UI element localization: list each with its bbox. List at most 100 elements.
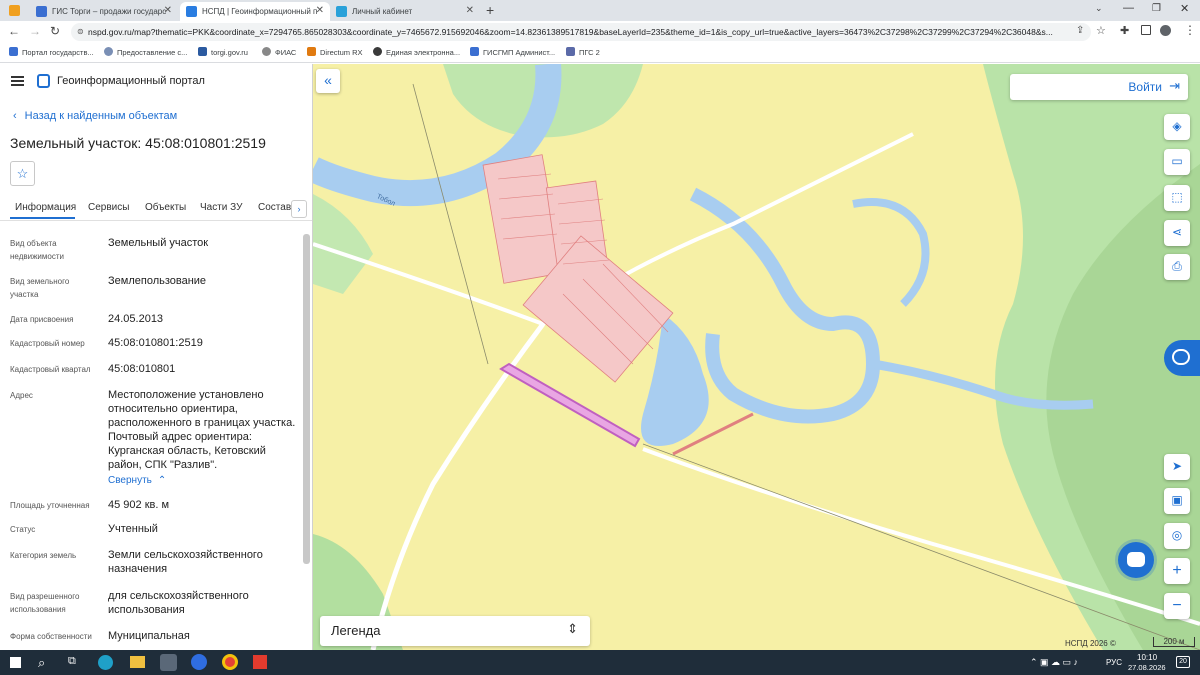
extensions-icon[interactable]: ✚ xyxy=(1120,24,1129,37)
tab-composition[interactable]: Состав xyxy=(258,202,291,213)
chevron-right-icon: › xyxy=(297,204,301,214)
locate-button[interactable]: ➤ xyxy=(1164,454,1190,480)
feedback-side-button[interactable] xyxy=(1164,340,1200,376)
field-value: 45:08:010801:2519 xyxy=(108,337,203,349)
tab-search-icon[interactable]: ⌄ xyxy=(1095,3,1103,14)
bookmark-item[interactable]: torgi.gov.ru xyxy=(198,47,248,57)
minimap-button[interactable]: ▣ xyxy=(1164,488,1190,514)
pdf-reader-icon[interactable] xyxy=(253,655,267,669)
yandex-browser-icon[interactable] xyxy=(191,654,207,670)
forest-area xyxy=(313,194,373,294)
print-button[interactable]: ⎙ xyxy=(1164,254,1190,280)
back-link[interactable]: ‹ Назад к найденным объектам xyxy=(13,110,177,122)
tab-parts[interactable]: Части ЗУ xyxy=(200,202,242,213)
legend-panel[interactable]: Легенда ⇕ xyxy=(320,616,590,646)
bookmark-item[interactable]: ГИСГМП Админист... xyxy=(470,47,555,57)
share-button[interactable]: ⋖ xyxy=(1164,220,1190,246)
tab-objects[interactable]: Объекты xyxy=(145,202,186,213)
maximize-icon[interactable]: ❐ xyxy=(1152,3,1161,14)
minimize-icon[interactable]: — xyxy=(1123,2,1134,14)
scrollbar[interactable] xyxy=(303,234,310,564)
close-icon[interactable]: ✕ xyxy=(316,5,324,16)
language-indicator[interactable]: РУС xyxy=(1106,658,1122,667)
bookmark-icon xyxy=(198,47,207,56)
windows-taskbar: ⌕ ⧉ ⌃ ▣ ☁ ▭ ♪ РУС 10:10 27.08.2026 20 xyxy=(0,650,1200,675)
settlement-parcels xyxy=(482,154,674,383)
app-icon[interactable] xyxy=(160,654,177,671)
bookmark-icon xyxy=(104,47,113,56)
field-value: Муниципальная xyxy=(108,630,190,642)
reload-icon[interactable]: ↻ xyxy=(50,24,60,38)
close-icon[interactable]: ✕ xyxy=(466,5,474,16)
forward-icon[interactable]: → xyxy=(29,24,41,38)
file-explorer-icon[interactable] xyxy=(130,656,145,668)
tabs-divider xyxy=(0,220,312,221)
bookmark-item[interactable]: ФИАС xyxy=(262,47,296,57)
zoom-out-button[interactable]: − xyxy=(1164,593,1190,619)
field-value: 45:08:010801 xyxy=(108,363,176,375)
field-label: Площадь уточненная xyxy=(10,501,90,510)
bookmark-item[interactable]: Предоставление с... xyxy=(104,47,187,57)
browser-tab-active[interactable]: НСПД | Геоинформационный п ✕ xyxy=(180,2,330,21)
field-value: Земельный участок xyxy=(108,237,209,249)
favorite-button[interactable]: ☆ xyxy=(10,161,35,186)
tab-favicon-icon xyxy=(36,6,47,17)
chat-button[interactable] xyxy=(1118,542,1154,578)
bookmark-item[interactable]: ПГС 2 xyxy=(566,47,600,57)
tab-information[interactable]: Информация xyxy=(15,202,76,213)
tabs-scroll-right-button[interactable]: › xyxy=(291,200,307,218)
field-value: Земли сельскохозяйственного назначения xyxy=(108,549,263,575)
browser-tab[interactable]: Личный кабинет ✕ xyxy=(330,2,480,21)
url-input[interactable]: ⊜ nspd.gov.ru/map?thematic=PKK&coordinat… xyxy=(71,23,1091,41)
hamburger-menu-icon[interactable] xyxy=(11,76,24,86)
geolocation-button[interactable]: ◎ xyxy=(1164,523,1190,549)
select-area-button[interactable]: ⬚ xyxy=(1164,185,1190,211)
search-icon[interactable]: ⌕ xyxy=(38,655,45,671)
bookmark-item[interactable]: Портал государств... xyxy=(9,47,94,57)
chat-bubble-icon xyxy=(1172,349,1190,365)
clock-date[interactable]: 27.08.2026 xyxy=(1128,663,1166,672)
edge-icon[interactable] xyxy=(98,655,113,670)
chat-icon xyxy=(1127,552,1145,567)
field-value: Учтенный xyxy=(108,523,158,535)
bookmark-star-icon[interactable]: ☆ xyxy=(1096,24,1106,37)
login-button[interactable]: Войти ⇥ xyxy=(1010,74,1188,100)
sidebar-icon[interactable] xyxy=(1141,25,1151,35)
menu-dots-icon[interactable]: ⋮ xyxy=(1184,23,1196,37)
measure-button[interactable]: ▭ xyxy=(1164,149,1190,175)
field-value: Землепользование xyxy=(108,275,207,287)
bookmark-icon xyxy=(373,47,382,56)
chrome-icon[interactable] xyxy=(222,654,238,670)
navigation-arrow-icon: ➤ xyxy=(1171,459,1183,473)
site-info-icon[interactable]: ⊜ xyxy=(77,23,84,41)
clock-time[interactable]: 10:10 xyxy=(1137,653,1157,662)
task-view-icon[interactable]: ⧉ xyxy=(68,655,76,668)
field-label: Вид разрешенного использования xyxy=(10,592,80,614)
close-icon[interactable]: ✕ xyxy=(164,5,172,16)
zoom-in-button[interactable]: + xyxy=(1164,558,1190,584)
field-label: Вид земельного участка xyxy=(10,277,70,299)
profile-icon[interactable] xyxy=(1160,25,1171,36)
field-label: Кадастровый квартал xyxy=(10,365,91,374)
plus-icon: + xyxy=(1172,562,1182,579)
bookmark-item[interactable]: Единая электронна... xyxy=(373,47,460,57)
back-icon[interactable]: ← xyxy=(8,24,20,38)
browser-tab[interactable]: ГИС Торги – продажи государс ✕ xyxy=(30,2,178,21)
map-canvas[interactable]: Тобол « Войти ⇥ Легенда ⇕ НСПД 2026 © 20… xyxy=(313,64,1200,650)
layers-button[interactable]: ◈ xyxy=(1164,114,1190,140)
system-tray[interactable]: ⌃ ▣ ☁ ▭ ♪ xyxy=(1030,657,1078,668)
close-window-icon[interactable]: ✕ xyxy=(1180,2,1189,15)
location-pin-icon: ◎ xyxy=(1171,528,1183,542)
share-icon[interactable]: ⇪ xyxy=(1076,25,1084,36)
new-tab-icon[interactable]: + xyxy=(486,2,494,18)
field-value: 24.05.2013 xyxy=(108,313,164,325)
bookmark-item[interactable]: Directum RX xyxy=(307,47,363,57)
tab-services[interactable]: Сервисы xyxy=(88,202,129,213)
collapse-link[interactable]: Свернуть ⌃ xyxy=(108,475,166,486)
windows-start-icon[interactable] xyxy=(10,657,21,668)
select-area-icon: ⬚ xyxy=(1171,190,1183,204)
collapse-panel-button[interactable]: « xyxy=(316,69,340,93)
notifications-icon[interactable]: 20 xyxy=(1176,656,1190,668)
field-label: Категория земель xyxy=(10,551,77,560)
print-icon: ⎙ xyxy=(1172,259,1182,273)
